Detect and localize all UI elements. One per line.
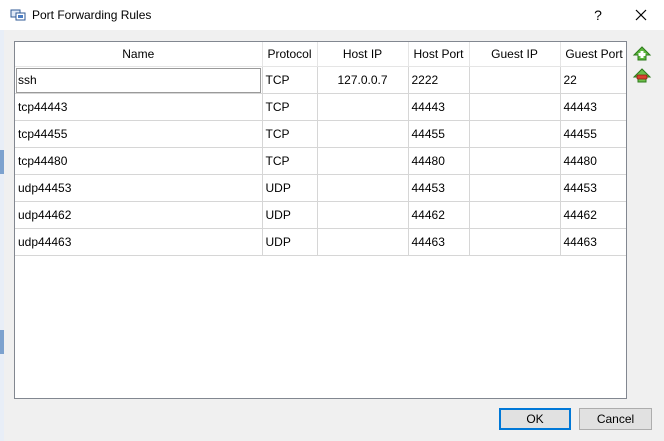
table-header-row: Name Protocol Host IP Host Port Guest IP…	[15, 42, 626, 67]
cell-guest-port[interactable]: 44463	[560, 228, 626, 256]
cell-name[interactable]: ssh	[15, 66, 263, 94]
column-header-name[interactable]: Name	[15, 42, 263, 67]
cell-protocol[interactable]: TCP	[262, 66, 318, 94]
ok-button[interactable]: OK	[499, 408, 571, 430]
table-row[interactable]: tcp44455 TCP 44455 44455	[15, 120, 626, 148]
cell-host-port[interactable]: 44480	[408, 147, 470, 175]
cell-name[interactable]: udp44453	[15, 174, 263, 202]
cell-protocol[interactable]: UDP	[262, 228, 318, 256]
rules-table-frame: Name Protocol Host IP Host Port Guest IP…	[14, 41, 627, 399]
cell-host-port[interactable]: 44443	[408, 93, 470, 121]
cell-guest-ip[interactable]	[469, 228, 561, 256]
cell-name[interactable]: udp44463	[15, 228, 263, 256]
table-row[interactable]: udp44453 UDP 44453 44453	[15, 174, 626, 202]
cell-host-ip[interactable]	[317, 147, 409, 175]
cell-host-ip[interactable]	[317, 93, 409, 121]
column-header-host-port[interactable]: Host Port	[408, 42, 470, 67]
remove-rule-button[interactable]	[632, 65, 652, 85]
help-button[interactable]: ?	[586, 4, 610, 26]
background-window-strip	[0, 30, 4, 441]
cell-host-port[interactable]: 44463	[408, 228, 470, 256]
cell-guest-port[interactable]: 22	[560, 66, 626, 94]
cell-protocol[interactable]: UDP	[262, 201, 318, 229]
column-header-host-ip[interactable]: Host IP	[317, 42, 409, 67]
cell-guest-ip[interactable]	[469, 174, 561, 202]
table-row[interactable]: ssh TCP 127.0.0.7 2222 22	[15, 66, 626, 94]
cell-name[interactable]: tcp44443	[15, 93, 263, 121]
cell-guest-ip[interactable]	[469, 93, 561, 121]
cell-host-ip[interactable]	[317, 174, 409, 202]
table-row[interactable]: udp44463 UDP 44463 44463	[15, 228, 626, 256]
close-icon	[635, 9, 647, 21]
cell-protocol[interactable]: UDP	[262, 174, 318, 202]
cell-guest-port[interactable]: 44462	[560, 201, 626, 229]
close-button[interactable]	[627, 4, 655, 26]
cell-protocol[interactable]: TCP	[262, 147, 318, 175]
cell-protocol[interactable]: TCP	[262, 120, 318, 148]
table-row[interactable]: tcp44443 TCP 44443 44443	[15, 93, 626, 121]
cancel-button[interactable]: Cancel	[579, 408, 652, 430]
cell-guest-port[interactable]: 44455	[560, 120, 626, 148]
cell-host-port[interactable]: 44462	[408, 201, 470, 229]
cell-guest-ip[interactable]	[469, 147, 561, 175]
cell-name[interactable]: tcp44480	[15, 147, 263, 175]
cell-guest-ip[interactable]	[469, 120, 561, 148]
add-rule-icon	[632, 46, 652, 61]
rules-table: Name Protocol Host IP Host Port Guest IP…	[15, 42, 626, 256]
column-header-guest-port[interactable]: Guest Port	[560, 42, 626, 67]
cell-host-ip[interactable]	[317, 228, 409, 256]
cell-guest-ip[interactable]	[469, 201, 561, 229]
cell-guest-port[interactable]: 44443	[560, 93, 626, 121]
cell-host-ip[interactable]	[317, 120, 409, 148]
remove-rule-icon	[632, 68, 652, 83]
cell-host-ip[interactable]	[317, 201, 409, 229]
title-bar: Port Forwarding Rules ?	[0, 0, 664, 30]
cell-host-ip[interactable]: 127.0.0.7	[317, 66, 409, 94]
table-row[interactable]: tcp44480 TCP 44480 44480	[15, 147, 626, 175]
cell-name[interactable]: udp44462	[15, 201, 263, 229]
table-row[interactable]: udp44462 UDP 44462 44462	[15, 201, 626, 229]
cell-guest-ip[interactable]	[469, 66, 561, 94]
window-title: Port Forwarding Rules	[32, 8, 152, 22]
cell-protocol[interactable]: TCP	[262, 93, 318, 121]
cell-guest-port[interactable]: 44480	[560, 147, 626, 175]
cell-host-port[interactable]: 2222	[408, 66, 470, 94]
cell-host-port[interactable]: 44453	[408, 174, 470, 202]
virtualbox-app-icon	[10, 7, 26, 23]
cell-host-port[interactable]: 44455	[408, 120, 470, 148]
cell-name[interactable]: tcp44455	[15, 120, 263, 148]
column-header-protocol[interactable]: Protocol	[262, 42, 318, 67]
add-rule-button[interactable]	[632, 43, 652, 63]
cell-guest-port[interactable]: 44453	[560, 174, 626, 202]
column-header-guest-ip[interactable]: Guest IP	[469, 42, 561, 67]
